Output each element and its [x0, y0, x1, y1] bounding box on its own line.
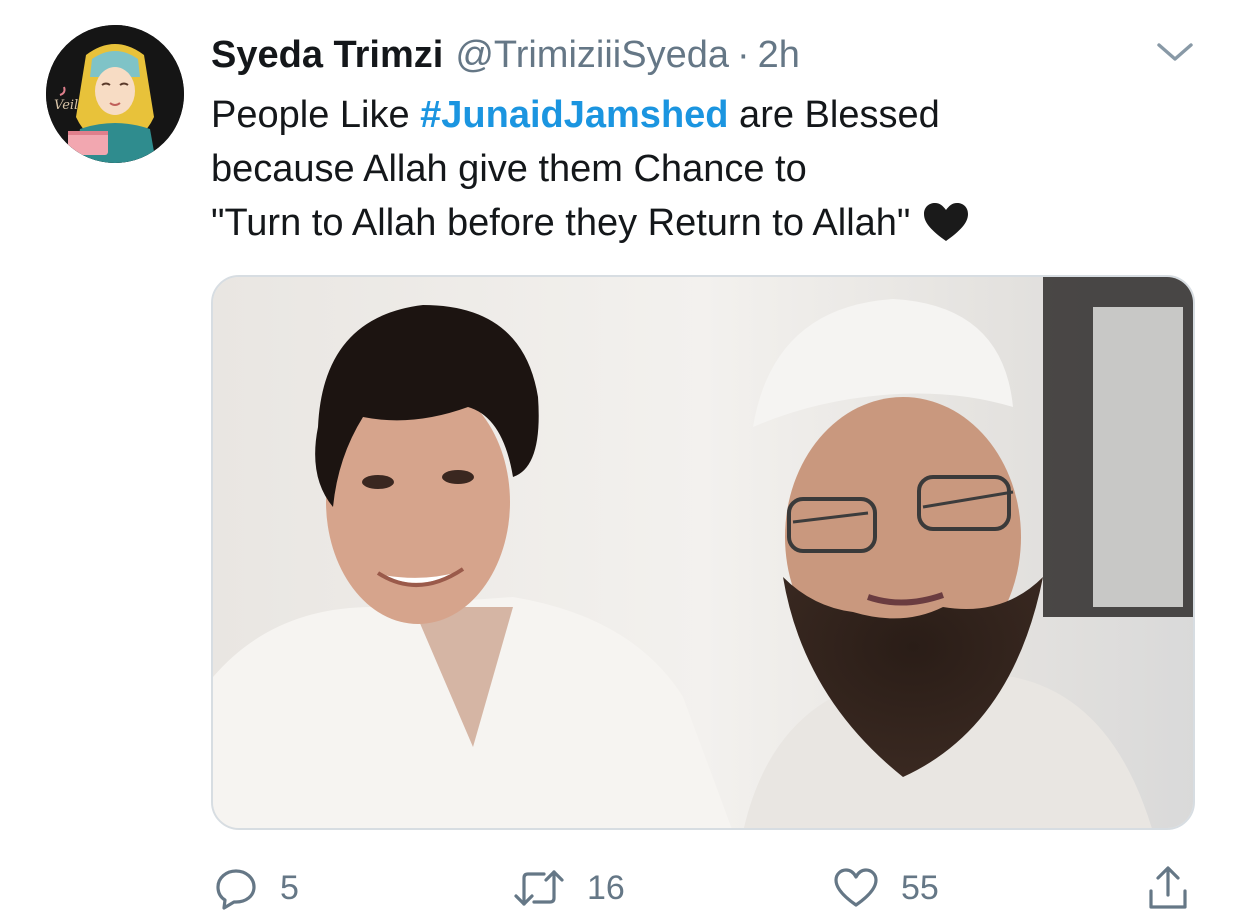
avatar-illustration: Veil: [46, 25, 184, 163]
display-name[interactable]: Syeda Trimzi: [211, 34, 443, 77]
photo: [213, 277, 1193, 828]
black-heart-icon: [922, 201, 970, 243]
tweet-actions: 5 16 55: [0, 858, 1242, 918]
text-segment: People Like: [211, 94, 421, 136]
tweet-header: Syeda Trimzi @TrimiziiiSyeda · 2h: [211, 32, 800, 78]
tweet-text-line-3: "Turn to Allah before they Return to All…: [211, 196, 1171, 250]
svg-text:Veil: Veil: [54, 98, 78, 113]
tweet-text-line-2: because Allah give them Chance to: [211, 148, 807, 190]
tweet-text: People Like #JunaidJamshed are Blessed b…: [211, 88, 1171, 250]
retweet-button[interactable]: 16: [513, 858, 625, 918]
retweet-count: 16: [587, 868, 625, 907]
hashtag-link[interactable]: #JunaidJamshed: [420, 94, 728, 136]
reply-button[interactable]: 5: [214, 858, 299, 918]
tweet-text-line-1: People Like #JunaidJamshed are Blessed: [211, 88, 1171, 142]
header-separator: ·: [736, 33, 750, 76]
reply-count: 5: [280, 868, 299, 907]
share-icon: [1149, 866, 1187, 909]
avatar[interactable]: Veil: [46, 25, 184, 163]
timestamp[interactable]: 2h: [758, 34, 800, 77]
text-segment: are Blessed: [728, 94, 940, 136]
chevron-down-icon[interactable]: [1154, 38, 1196, 66]
text-segment: "Turn to Allah before they Return to All…: [211, 202, 911, 244]
reply-icon: [216, 869, 256, 910]
user-handle[interactable]: @TrimiziiiSyeda: [455, 34, 729, 77]
share-button[interactable]: [1146, 858, 1190, 918]
tweet[interactable]: Veil Syeda Trimzi @TrimiziiiSyeda · 2h P…: [0, 0, 1242, 923]
retweet-icon: [514, 870, 564, 906]
tweet-media-image[interactable]: [211, 275, 1195, 830]
like-button[interactable]: 55: [833, 858, 939, 918]
like-count: 55: [901, 868, 939, 907]
heart-icon: [834, 868, 878, 907]
